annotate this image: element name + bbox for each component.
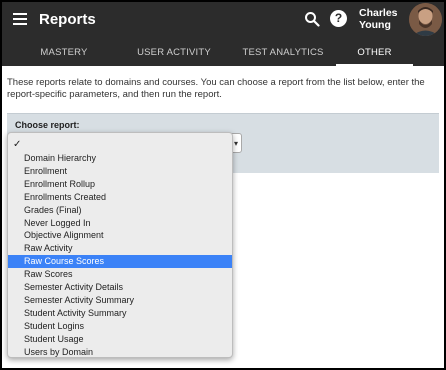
choose-report-label: Choose report: [15,120,80,130]
dropdown-option[interactable]: Raw Course Scores [8,255,232,269]
dropdown-option[interactable]: Semester Activity Details [8,281,232,294]
dropdown-option[interactable]: Student Usage [8,333,232,346]
dropdown-option[interactable]: Student Activity Summary [8,307,232,320]
dropdown-option[interactable]: Enrollments Created [8,191,232,204]
user-name[interactable]: Charles Young [359,7,409,31]
active-tab-indicator [336,64,413,66]
dropdown-option[interactable]: Enrollment [8,165,232,178]
dropdown-option[interactable]: Raw Scores [8,268,232,281]
checkmark-icon: ✓ [13,139,22,150]
avatar[interactable] [409,3,442,36]
dropdown-option[interactable]: Raw Activity [8,242,232,255]
dropdown-option[interactable]: Student Logins [8,320,232,333]
user-first-name: Charles [359,7,398,19]
help-icon[interactable]: ? [330,10,347,27]
intro-text: These reports relate to domains and cour… [7,77,425,100]
app-frame: Reports ? Charles Young ‹ MASTERY USER A… [2,2,444,368]
dropdown-option[interactable]: Never Logged In [8,217,232,230]
hamburger-menu-icon[interactable] [13,13,27,25]
tab-mastery[interactable]: MASTERY [16,38,112,66]
report-dropdown-list[interactable]: ✓ Domain Hierarchy Enrollment Enrollment R… [7,132,233,358]
dropdown-option[interactable]: Semester Activity Summary [8,294,232,307]
app-header: Reports ? Charles Young [2,2,444,38]
tab-user-activity[interactable]: USER ACTIVITY [120,38,228,66]
search-icon[interactable] [304,11,320,27]
tab-bar: ‹ MASTERY USER ACTIVITY TEST ANALYTICS O… [2,38,444,96]
tab-other[interactable]: OTHER [336,38,413,66]
page-title: Reports [39,11,96,28]
user-last-name: Young [359,19,391,31]
dropdown-option[interactable]: Users by Domain [8,346,232,359]
tab-test-analytics[interactable]: TEST ANALYTICS [226,38,340,66]
dropdown-option[interactable]: Domain Hierarchy [8,152,232,165]
chevron-down-icon: ▾ [233,139,238,148]
dropdown-option[interactable]: Enrollment Rollup [8,178,232,191]
dropdown-option[interactable]: Objective Alignment [8,229,232,242]
dropdown-option[interactable]: Grades (Final) [8,204,232,217]
